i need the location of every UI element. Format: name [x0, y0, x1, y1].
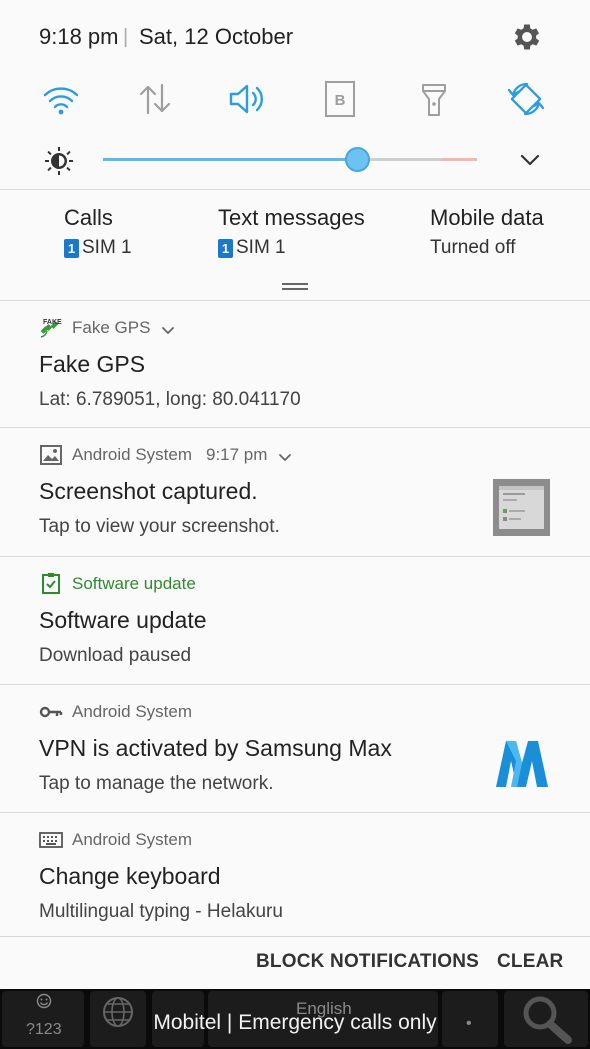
mobile-data-icon[interactable] [128, 72, 182, 126]
key-icon [39, 701, 63, 723]
auto-rotate-icon[interactable] [499, 72, 553, 126]
date: Sat, 12 October [139, 24, 294, 49]
notification-app-name: Software update [72, 574, 196, 593]
divider [0, 189, 590, 190]
sim-data-title: Mobile data [430, 205, 544, 230]
sim-calls[interactable]: Calls 1 SIM 1 [64, 205, 132, 259]
notification-header: Android System 9:17 pm [39, 444, 293, 466]
sim-card-manager: Calls 1 SIM 1 Text messages 1 SIM 1 Mobile… [0, 191, 590, 301]
notification-text: Lat: 6.789051, long: 80.041170 [39, 389, 301, 410]
flashlight-icon[interactable] [407, 72, 461, 126]
sim-badge: 1 [218, 238, 233, 258]
drag-handle[interactable] [282, 283, 308, 291]
expand-chevron-down-icon[interactable] [160, 322, 176, 335]
notification-vpn[interactable]: Android System VPN is activated by Samsu… [0, 685, 590, 812]
quick-panel-header: 9:18 pm | Sat, 12 October B [0, 0, 590, 190]
sim-data-value: Turned off [430, 237, 516, 258]
separator: | [123, 26, 129, 48]
sim-text-title: Text messages [218, 205, 365, 230]
fake-gps-icon: FAKE [39, 317, 63, 339]
sim-text-value: SIM 1 [236, 237, 286, 258]
emoji-icon [36, 993, 52, 1009]
image-icon [39, 444, 63, 466]
brightness-slider-warning-zone [441, 158, 477, 161]
sim-text-messages[interactable]: Text messages 1 SIM 1 [218, 205, 365, 259]
notification-text: Tap to manage the network. [39, 773, 274, 794]
svg-text:FAKE: FAKE [43, 319, 62, 326]
notification-header: Android System [39, 829, 192, 851]
svg-text:B: B [335, 92, 346, 109]
notification-title: Change keyboard [39, 863, 221, 889]
wifi-icon[interactable] [34, 72, 88, 126]
notification-actions: BLOCK NOTIFICATIONS CLEAR [0, 937, 590, 989]
notification-header: FAKE Fake GPS [39, 317, 176, 339]
settings-gear-icon[interactable] [510, 20, 544, 54]
software-update-icon [39, 573, 63, 595]
notification-header: Android System [39, 701, 192, 723]
notification-app-name: Fake GPS [72, 318, 151, 337]
notification-fake-gps[interactable]: FAKE Fake GPS Fake GPS Lat: 6.789051, lo… [0, 301, 590, 427]
sim-badge: 1 [64, 238, 79, 258]
brightness-slider[interactable] [103, 158, 477, 161]
notification-app-name: Android System [72, 702, 192, 721]
carrier-status: Mobitel | Emergency calls only [153, 1011, 437, 1034]
clock: 9:18 pm [39, 24, 119, 49]
brightness-icon [44, 146, 74, 176]
screenshot-thumbnail[interactable] [493, 479, 550, 536]
quick-settings-row: B [0, 72, 590, 126]
block-notifications-button[interactable]: BLOCK NOTIFICATIONS [256, 951, 479, 973]
expand-chevron-down-icon[interactable] [277, 449, 293, 462]
sound-icon[interactable] [220, 72, 274, 126]
notification-text: Download paused [39, 645, 192, 666]
notification-software-update[interactable]: Software update Software update Download… [0, 557, 590, 684]
notification-header: Software update [39, 573, 196, 595]
sim-calls-title: Calls [64, 205, 113, 230]
expand-chevron-down-icon[interactable] [515, 148, 545, 172]
samsung-max-logo-icon [494, 737, 550, 791]
notification-text: Multilingual typing - Helakuru [39, 901, 283, 922]
blocking-mode-icon[interactable]: B [313, 72, 367, 126]
notification-screenshot[interactable]: Android System 9:17 pm Screenshot captur… [0, 428, 590, 556]
notification-title: Fake GPS [39, 351, 146, 377]
notification-app-name: Android System [72, 445, 192, 464]
notification-text: Tap to view your screenshot. [39, 516, 280, 537]
clear-button[interactable]: CLEAR [497, 951, 563, 973]
keyboard-icon [39, 829, 63, 851]
brightness-row [0, 140, 590, 180]
notification-title: Software update [39, 607, 207, 633]
notification-app-name: Android System [72, 830, 192, 849]
brightness-slider-thumb[interactable] [345, 147, 371, 172]
sim-calls-value: SIM 1 [82, 237, 132, 258]
notification-title: Screenshot captured. [39, 478, 258, 504]
sim-mobile-data[interactable]: Mobile data Turned off [430, 205, 544, 259]
brightness-slider-fill [103, 158, 358, 161]
notification-change-keyboard[interactable]: Android System Change keyboard Multiling… [0, 813, 590, 936]
notification-title: VPN is activated by Samsung Max [39, 735, 392, 761]
notification-time: 9:17 pm [206, 445, 268, 464]
